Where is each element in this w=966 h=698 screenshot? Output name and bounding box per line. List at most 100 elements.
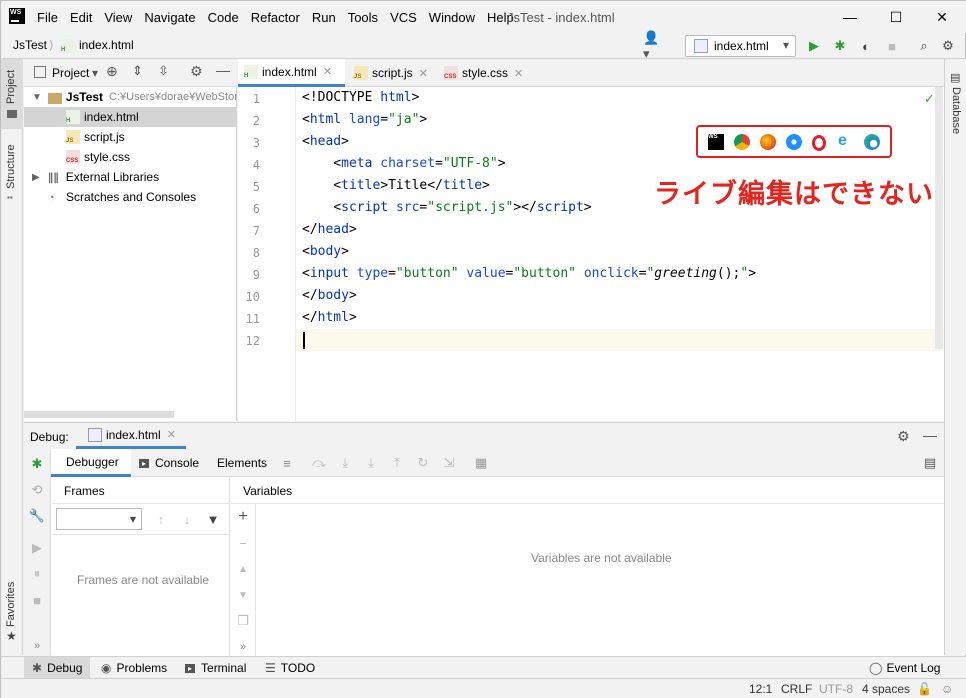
tab-debugger[interactable]: Debugger: [51, 449, 131, 477]
webstorm-icon[interactable]: WS: [708, 134, 724, 150]
rerun-debug-icon[interactable]: ✱: [28, 455, 46, 473]
tree-root[interactable]: ▼ JsTest C:¥Users¥dorae¥WebStorm: [24, 87, 237, 107]
favorites-tool-button[interactable]: Favorites: [5, 582, 17, 627]
refresh-icon[interactable]: ⟲: [28, 481, 46, 499]
breadcrumb-file[interactable]: index.html: [79, 38, 134, 52]
copy-icon[interactable]: ❐: [234, 612, 252, 630]
bottom-tab-problems[interactable]: ◉ Problems: [101, 657, 167, 679]
stop-icon[interactable]: ■: [28, 591, 46, 609]
maximize-button[interactable]: ☐: [873, 1, 919, 33]
tab-elements[interactable]: Elements: [217, 449, 267, 477]
tab-script-js[interactable]: JS script.js ✕: [348, 59, 440, 87]
menu-vcs[interactable]: VCS: [390, 10, 417, 25]
close-tab-icon[interactable]: ✕: [167, 428, 176, 441]
run-to-cursor-icon[interactable]: ↻: [414, 454, 432, 472]
search-icon[interactable]: ⌕: [915, 37, 933, 55]
run-icon[interactable]: ▶: [805, 37, 823, 55]
debug-session-tab[interactable]: index.html ✕: [76, 423, 186, 449]
caret-position[interactable]: 12:1: [749, 682, 772, 696]
hide-icon[interactable]: —: [923, 427, 937, 443]
safari-icon[interactable]: [786, 134, 802, 150]
more-icon[interactable]: »: [234, 638, 252, 656]
gear-icon[interactable]: ⚙: [190, 63, 203, 80]
menu-window[interactable]: Window: [429, 10, 475, 25]
close-tab-icon[interactable]: ✕: [419, 67, 428, 80]
step-out-icon[interactable]: ⤒: [388, 454, 406, 472]
evaluate-icon[interactable]: ⇲: [440, 454, 458, 472]
vertical-scrollbar[interactable]: [935, 87, 943, 349]
tab-console[interactable]: ▸ Console: [139, 449, 199, 477]
inspection-ok-icon[interactable]: ✓: [924, 91, 935, 107]
lock-icon[interactable]: 🔓: [917, 682, 932, 696]
filter-icon[interactable]: ▼: [204, 510, 222, 528]
line-separator[interactable]: CRLF: [781, 682, 812, 696]
minimize-button[interactable]: —: [827, 1, 873, 33]
file-encoding[interactable]: UTF-8: [819, 682, 853, 696]
remove-icon[interactable]: −: [234, 534, 252, 552]
stop-icon[interactable]: ■: [883, 37, 901, 55]
bottom-tab-todo[interactable]: ☰ TODO: [265, 657, 315, 679]
database-tool-button[interactable]: Database: [950, 87, 962, 134]
user-icon[interactable]: 👤▾: [643, 30, 661, 61]
menu-lines-icon[interactable]: ≡: [278, 454, 296, 472]
move-down-icon[interactable]: ▼: [234, 586, 252, 604]
edge-icon[interactable]: [864, 134, 880, 150]
more-icon[interactable]: »: [28, 637, 46, 655]
expand-all-icon[interactable]: ⇕: [132, 63, 143, 79]
menu-navigate[interactable]: Navigate: [144, 10, 195, 25]
ie-icon[interactable]: e: [838, 132, 847, 150]
horizontal-scrollbar[interactable]: [24, 411, 174, 418]
close-button[interactable]: ✕: [919, 1, 965, 33]
inspector-icon[interactable]: ☺: [941, 682, 953, 696]
step-into-icon[interactable]: ⤓: [336, 454, 354, 472]
layout-icon[interactable]: ▤: [921, 454, 939, 472]
coverage-icon[interactable]: ◐: [857, 37, 875, 55]
collapse-all-icon[interactable]: ⇳: [158, 63, 169, 79]
menu-refactor[interactable]: Refactor: [251, 10, 300, 25]
locate-icon[interactable]: ⊕: [106, 63, 118, 80]
chrome-icon[interactable]: [734, 134, 750, 150]
tree-file-script[interactable]: JS script.js: [24, 127, 237, 147]
event-log-button[interactable]: ◯ Event Log: [869, 657, 940, 679]
arrow-down-icon[interactable]: ↓: [178, 510, 196, 528]
thread-select[interactable]: ▾: [56, 508, 142, 530]
settings-gear-icon[interactable]: ⚙: [939, 37, 957, 55]
pause-icon[interactable]: ⏸: [28, 565, 46, 583]
tab-style-css[interactable]: CSS style.css ✕: [438, 59, 530, 87]
tree-external-libraries[interactable]: ▶ ∥∥ External Libraries: [24, 167, 237, 187]
resume-icon[interactable]: ▶: [28, 539, 46, 557]
menu-file[interactable]: File: [37, 10, 58, 25]
chevron-down-icon[interactable]: ▾: [92, 66, 98, 80]
gear-icon[interactable]: ⚙: [897, 428, 910, 445]
add-icon[interactable]: +: [234, 508, 252, 526]
wrench-icon[interactable]: 🔧: [28, 507, 46, 525]
close-tab-icon[interactable]: ✕: [514, 67, 523, 80]
tree-file-style[interactable]: CSS style.css: [24, 147, 237, 167]
menu-run[interactable]: Run: [312, 10, 336, 25]
table-icon[interactable]: ▦: [472, 454, 490, 472]
move-up-icon[interactable]: ▲: [234, 560, 252, 578]
project-view-selector[interactable]: Project: [52, 66, 89, 80]
opera-icon[interactable]: [812, 135, 826, 151]
structure-tool-button[interactable]: Structure: [5, 144, 17, 189]
menu-edit[interactable]: Edit: [70, 10, 92, 25]
arrow-up-icon[interactable]: ↑: [152, 510, 170, 528]
hide-icon[interactable]: —: [216, 62, 230, 78]
tree-scratches[interactable]: ◔ Scratches and Consoles: [24, 187, 237, 207]
debug-bug-icon[interactable]: ✱: [831, 37, 849, 55]
breadcrumb-project[interactable]: JsTest: [13, 38, 47, 52]
bottom-tab-debug[interactable]: ✱ Debug: [24, 657, 90, 679]
menu-code[interactable]: Code: [208, 10, 239, 25]
project-tool-button[interactable]: Project: [1, 59, 23, 129]
menu-view[interactable]: View: [104, 10, 132, 25]
force-step-into-icon[interactable]: ⤓: [362, 454, 380, 472]
run-configuration-select[interactable]: index.html ▾: [685, 35, 796, 57]
indent-setting[interactable]: 4 spaces: [862, 682, 910, 696]
menu-tools[interactable]: Tools: [348, 10, 378, 25]
firefox-icon[interactable]: [760, 134, 776, 150]
tab-index-html[interactable]: H index.html ✕: [238, 59, 345, 87]
tree-file-index[interactable]: H index.html: [24, 107, 237, 127]
step-over-icon[interactable]: ⤼: [310, 454, 328, 472]
close-tab-icon[interactable]: ✕: [323, 65, 332, 78]
bottom-tab-terminal[interactable]: ▸ Terminal: [185, 657, 246, 679]
